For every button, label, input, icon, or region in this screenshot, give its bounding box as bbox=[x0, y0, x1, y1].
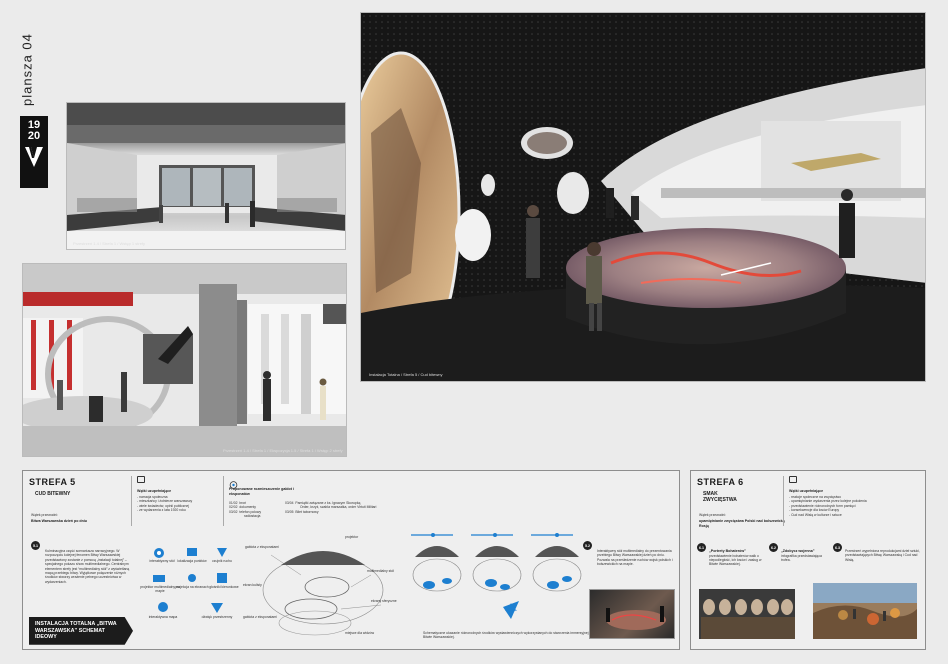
table-render-image bbox=[606, 606, 666, 630]
plan-drawing bbox=[262, 551, 384, 636]
battle-painting-drawing bbox=[813, 583, 917, 639]
panel-strefa-5: STREFA 5 CUD BITEWNY Wątek przewodni: Bi… bbox=[22, 470, 680, 650]
strefa-5-lead-text: Bitwa Warszawska dzień po dniu bbox=[31, 519, 87, 523]
info-icon bbox=[137, 476, 145, 483]
icon-label: czujnik ruchu bbox=[212, 559, 232, 563]
exhibit-code: 03/05 bbox=[285, 509, 294, 514]
photo-caption: Instalacja Totalna / Strefa 5 / Cud bite… bbox=[369, 372, 443, 377]
table-render-thumbnail bbox=[589, 589, 675, 639]
strefa-5-exhibits-b: 03/04 Pamiątki związane z ks. Ignacym Sk… bbox=[285, 501, 415, 514]
icon-label: interaktywna mapa bbox=[148, 615, 178, 619]
strefa-6-item-1: „Portrety Bohaterów” przedstawienie boha… bbox=[709, 549, 765, 567]
photo-entrance-hall-render bbox=[67, 103, 345, 249]
exhibit-name: Order, krzyż, szabla marszałka, order Vi… bbox=[300, 505, 377, 510]
diagram-label: gablota z eksponatami bbox=[245, 545, 279, 549]
strefa-5-lead-label: Wątek przewodni: bbox=[31, 513, 58, 517]
photo-entrance-hall: Przestrzeń 1.4 / Strefa 1 / Wstęp 1 stre… bbox=[66, 102, 346, 250]
strefa-6-subtitle: SMAK ZWYCIĘSTWA bbox=[703, 491, 737, 503]
strefa-5-title: STREFA 5 bbox=[29, 477, 76, 487]
diagram-label: ekrany sferyczne bbox=[371, 599, 397, 603]
section-number-badge: 5.2 bbox=[583, 541, 592, 550]
icon-label: lokalizacja punktów bbox=[177, 559, 207, 563]
strefa-6-col1-title: Wątki uzupełniające bbox=[789, 489, 824, 493]
photo-exhibition-hall: Przestrzeń 1.4 / Strefa 1 / Ekspozycja 1… bbox=[22, 263, 347, 457]
strefa-6-col1-list: - reakcje społeczne na zwycięstwo - upam… bbox=[789, 495, 889, 517]
phases-drawing bbox=[411, 533, 582, 619]
exhibit-code: 03/02 bbox=[229, 509, 238, 514]
photo-exhibition-hall-render bbox=[23, 264, 346, 456]
exhibit-name: broń bbox=[239, 501, 247, 505]
divider bbox=[131, 476, 132, 526]
divider bbox=[223, 476, 224, 526]
strefa-6-lead-text: upamiętnianie zwycięstwa Polski nad bols… bbox=[699, 519, 785, 528]
photo-caption: Przestrzeń 1.4 / Strefa 1 / Ekspozycja 1… bbox=[223, 448, 343, 453]
table-description: Interaktywny stół multimedialny do preze… bbox=[597, 549, 673, 567]
strefa-5-subtitle: CUD BITEWNY bbox=[35, 491, 71, 497]
section-number-badge: 6.2 bbox=[769, 543, 778, 552]
logo-v-mark bbox=[25, 147, 43, 167]
strefa-6-lead-label: Wątek przewodni: bbox=[699, 513, 726, 517]
installation-phases-diagram bbox=[407, 527, 597, 627]
divider bbox=[783, 476, 784, 526]
exhibit-name: Pamiątki związane z ks. Ignacym Skorupką bbox=[295, 501, 361, 505]
phases-description: Schematyczne ukazanie różnorodnych środk… bbox=[423, 631, 608, 640]
item-text: przedstawienie bohaterów walk o niepodle… bbox=[709, 553, 762, 567]
diagram-label: gablota z eksponatami bbox=[243, 615, 277, 619]
strefa-5-col1-title: Wątki uzupełniające bbox=[137, 489, 172, 493]
section-number-badge: 6.3 bbox=[833, 543, 842, 552]
exhibit-code: 02/02 bbox=[229, 505, 238, 510]
portraits-drawing bbox=[699, 589, 795, 639]
diagram-label: ekran kulisty bbox=[243, 583, 262, 587]
diagram-label: miejsce dla widzów bbox=[345, 631, 375, 635]
media-icons-legend: interaktywny stół lokalizacja punktów pr… bbox=[139, 545, 239, 637]
strefa-6-item-3-text: Przestrzeń wypełniona reprodukcjami dzie… bbox=[845, 549, 920, 562]
exhibit-name: dokumenty bbox=[239, 505, 256, 510]
portraits-image bbox=[699, 589, 795, 639]
info-icon bbox=[789, 476, 797, 483]
exhibit-name: radiostacja bbox=[244, 514, 261, 519]
strefa-6-item-2: „Zdobycz wojenna” infografika przedstawi… bbox=[781, 549, 825, 562]
photo-total-installation: Instalacja Totalna / Strefa 5 / Cud bite… bbox=[360, 12, 926, 382]
strefa-5-description: Kulminacyjna część scenariusza narracyjn… bbox=[45, 549, 130, 584]
exhibit-name: Bilet tabornowy bbox=[295, 509, 319, 514]
logo-bottom-digits: 20 bbox=[27, 130, 41, 142]
icon-label: projekcja na ekranach bbox=[175, 585, 209, 589]
logo-1920: 19 20 bbox=[20, 116, 48, 188]
section-number-badge: 5.1 bbox=[31, 541, 40, 550]
strefa-5-col2-title: Proponowane rozmieszczenie gablot i eksp… bbox=[229, 487, 294, 496]
list-item: - ze wydarzenia z lata 1920 roku bbox=[137, 508, 186, 513]
strefa-5-col1-list: - narracja społeczna - mieszkańcy i żołn… bbox=[137, 495, 227, 513]
exhibit-code: 01/02 bbox=[229, 501, 238, 505]
battle-painting-image bbox=[813, 583, 917, 639]
photo-caption: Przestrzeń 1.4 / Strefa 1 / Wstęp 1 stre… bbox=[73, 241, 146, 246]
panel-strefa-6: STREFA 6 SMAK ZWYCIĘSTWA Wątek przewodni… bbox=[690, 470, 926, 650]
installation-plan-diagram: gablota z eksponatami projektor multimed… bbox=[241, 535, 405, 645]
diagram-label: multimedialny stół bbox=[367, 569, 394, 573]
icon-label: dźwięk przestrzenny bbox=[201, 615, 233, 619]
installation-scheme-label: INSTALACJA TOTALNA „BITWA WARSZAWSKA” SC… bbox=[29, 617, 133, 645]
list-item: - Cud nad Wisłą w kulturze i sztuce bbox=[789, 512, 842, 517]
sheet-number-label: plansza 04 bbox=[19, 33, 35, 107]
item-text: infografika przedstawiająca trofea. bbox=[781, 553, 822, 562]
section-number-badge: 6.1 bbox=[697, 543, 706, 552]
strefa-6-title: STREFA 6 bbox=[697, 477, 744, 487]
icon-label: głośniki kierunkowe bbox=[209, 585, 239, 589]
exhibit-code: 03/04 bbox=[285, 501, 294, 505]
strefa-5-exhibits-a: 01/02 broń 02/02 dokumenty 03/02 telefon… bbox=[229, 501, 289, 519]
exhibit-name: telefon polowy bbox=[239, 509, 262, 514]
photo-total-installation-render bbox=[361, 13, 925, 381]
diagram-label: projektor bbox=[345, 535, 359, 539]
